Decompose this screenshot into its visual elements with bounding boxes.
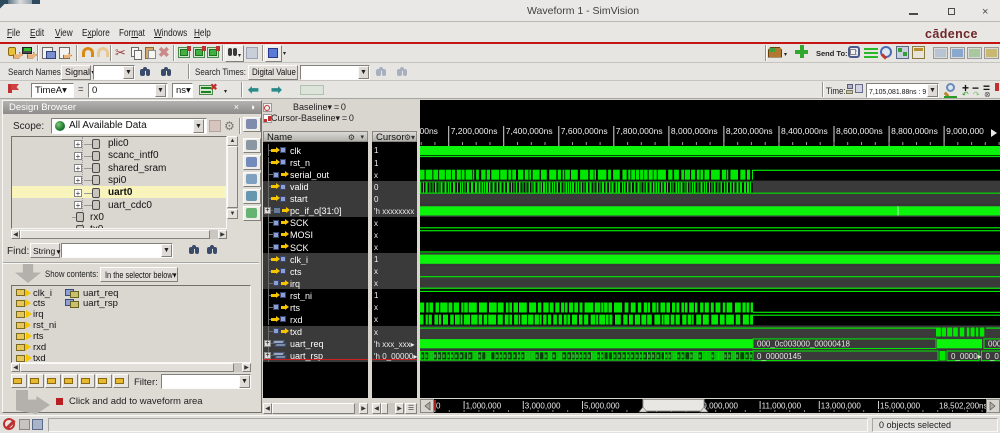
svg-text:000_0c003000_00000418: 000_0c003000_00000418 — [757, 340, 851, 349]
svg-text:15,000,000: 15,000,000 — [880, 402, 921, 411]
svg-text:9,000,000: 9,000,000 — [702, 402, 738, 411]
svg-text:8,400,000ns: 8,400,000ns — [781, 126, 828, 136]
svg-text:0_00000145: 0_00000145 — [757, 352, 802, 361]
svg-text:11,000,000: 11,000,000 — [762, 402, 802, 411]
svg-text:0: 0 — [436, 402, 441, 411]
svg-text:7,400,000ns: 7,400,000ns — [506, 126, 553, 136]
svg-text:3,000,000: 3,000,000 — [525, 402, 561, 411]
svg-text:5,000,000: 5,000,000 — [584, 402, 620, 411]
svg-text:18,502,200ns: 18,502,200ns — [939, 402, 988, 411]
svg-text:0_0: 0_0 — [986, 352, 1000, 361]
svg-text:8,200,000ns: 8,200,000ns — [726, 126, 773, 136]
svg-text:8,000,000ns: 8,000,000ns — [671, 126, 718, 136]
svg-text:8,800,000ns: 8,800,000ns — [891, 126, 938, 136]
svg-text:9,000,000: 9,000,000 — [946, 126, 984, 136]
svg-text:1,000,000: 1,000,000 — [466, 402, 502, 411]
svg-text:13,000,000: 13,000,000 — [821, 402, 862, 411]
svg-text:7,200,000ns: 7,200,000ns — [451, 126, 498, 136]
svg-text:7,800,000ns: 7,800,000ns — [616, 126, 663, 136]
svg-text:0_0000▸: 0_0000▸ — [951, 352, 982, 361]
svg-text:8,600,000ns: 8,600,000ns — [836, 126, 883, 136]
svg-text:7,600,000ns: 7,600,000ns — [561, 126, 608, 136]
svg-text:00ns: 00ns — [420, 126, 438, 136]
svg-text:000: 000 — [988, 340, 1000, 349]
